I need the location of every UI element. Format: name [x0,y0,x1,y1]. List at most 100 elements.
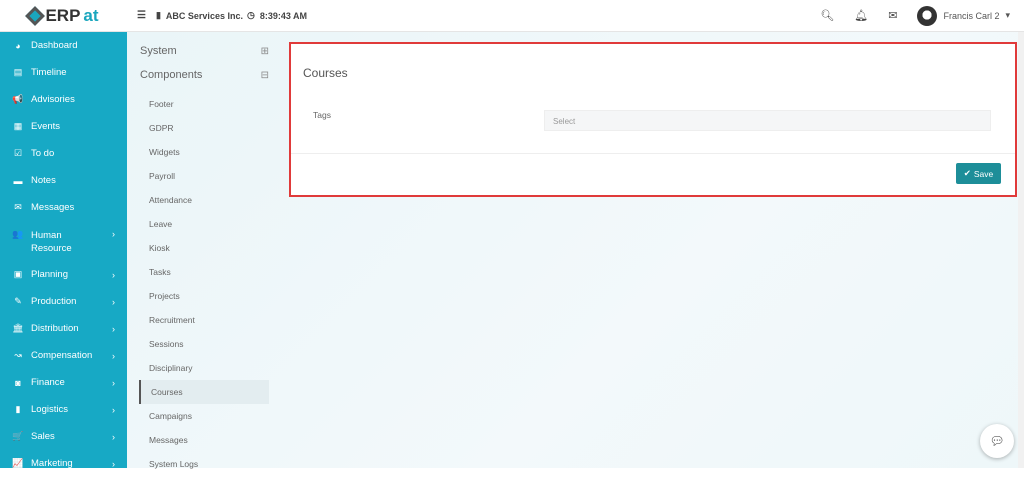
main-content: System ⊞ Components ⊟ Footer GDPR Widgets Pay… [127,32,1024,469]
card-title: Courses [303,66,348,80]
sidebar-item-label: Compensation [31,350,93,361]
sidebar-item-label: Messages [31,202,75,213]
submenu-item-disciplinary[interactable]: Disciplinary [139,356,269,380]
submenu-item-attendance[interactable]: Attendance [139,188,269,212]
submenu-components[interactable]: Components ⊟ [127,63,277,87]
chat-icon: 💬︎ [989,434,1005,448]
sidebar-item-label: To do [31,148,55,159]
sidebar-item-to-do[interactable]: ☑ To do [0,140,127,167]
briefcase-icon: ▣ [13,269,23,279]
submenu-item-courses[interactable]: Courses [139,380,269,404]
envelope-icon: ✉ [14,202,22,212]
avatar [917,5,938,26]
scrollbar[interactable] [1018,32,1024,468]
tags-select[interactable]: Select [544,110,991,131]
submenu-item-sessions[interactable]: Sessions [139,332,269,356]
sidebar-item-timeline[interactable]: ▤ Timeline [0,59,127,86]
chevron-right-icon: › [112,269,115,280]
sidebar-item-advisories[interactable]: 📢 Advisories [0,86,127,113]
sidebar-item-notes[interactable]: ▬ Notes [0,167,127,194]
envelope-icon[interactable]: ✉ [888,9,897,22]
calendar-icon: ▦ [13,121,23,131]
save-button[interactable]: ✔ Save [956,163,1001,184]
sidebar-item-label: Marketing [31,458,73,469]
sidebar-item-production[interactable]: ✎ Production › [0,288,127,315]
chart-icon: 📈 [12,458,24,468]
sidebar-item-label: Sales [31,431,55,442]
checkbox-icon: ☑ [13,148,23,158]
sidebar-item-finance[interactable]: ◙ Finance › [0,369,127,396]
submenu-item-tasks[interactable]: Tasks [139,260,269,284]
dashboard-icon: ◕ [15,40,21,51]
money-icon: ↝ [14,350,22,360]
logo-text: ERP [45,5,81,25]
clock-icon: ◷ [246,10,255,20]
cart-icon: 🛒 [12,431,24,441]
chevron-right-icon: › [112,323,115,334]
sidebar-item-label: Notes [31,175,56,186]
sidebar-item-label: Planning [31,269,68,280]
sidebar-item-compensation[interactable]: ↝ Compensation › [0,342,127,369]
cash-icon: ◙ [15,377,21,388]
top-bar: ERP at ☰ ▮ ABC Services Inc. ◷ 8:39:43 AM 🔍… [0,0,1024,32]
sidebar-item-dashboard[interactable]: ◕ Dashboard [0,32,127,59]
submenu-item-widgets[interactable]: Widgets [139,140,269,164]
submenu-item-kiosk[interactable]: Kiosk [139,236,269,260]
chevron-right-icon: › [112,458,115,469]
logo-icon [25,5,46,26]
chevron-right-icon: › [112,431,115,442]
sidebar-item-label: Production [31,296,77,307]
logo-accent: at [83,5,99,25]
building-icon: ▮ [155,10,161,20]
submenu-item-payroll[interactable]: Payroll [139,164,269,188]
submenu-item-messages[interactable]: Messages [139,428,269,452]
sidebar-item-planning[interactable]: ▣ Planning › [0,261,127,288]
company-label: ABC Services Inc. [165,10,243,21]
submenu-item-projects[interactable]: Projects [139,284,269,308]
sidebar-item-label: Finance [31,377,65,388]
chevron-right-icon: › [112,296,115,307]
plus-square-icon[interactable]: ⊞ [261,46,269,57]
note-icon: ▬ [13,175,23,186]
courses-card: Courses Tags Select ✔ Save [289,42,1017,197]
submenu-item-recruitment[interactable]: Recruitment [139,308,269,332]
sidebar-item-messages[interactable]: ✉ Messages [0,194,127,221]
chevron-right-icon: › [112,377,115,388]
sidebar-item-label: Timeline [31,67,67,78]
company-name: ▮ ABC Services Inc. [156,10,243,21]
tags-label: Tags [313,110,331,120]
pen-icon: ✎ [14,296,22,306]
caret-down-icon: ▾ [1005,10,1010,20]
submenu-item-campaigns[interactable]: Campaigns [139,404,269,428]
divider [291,153,1015,154]
truck-icon: ▮ [15,404,21,414]
bank-icon: 🏛 [12,323,24,333]
sidebar-item-label: Human Resource [31,230,72,254]
sidebar-item-distribution[interactable]: 🏛 Distribution › [0,315,127,342]
bell-icon[interactable]: 🔔︎ [854,9,868,22]
time-label: 8:39:43 AM [259,10,308,21]
users-icon: 👥 [12,229,24,239]
logo[interactable]: ERP at [0,6,127,26]
submenu-system[interactable]: System ⊞ [127,39,277,63]
sidebar-item-marketing[interactable]: 📈 Marketing › [0,450,127,477]
search-icon[interactable]: 🔍︎ [820,9,834,22]
submenu-item-footer[interactable]: Footer [139,92,269,116]
user-menu[interactable]: Francis Carl 2 ▾ [917,5,1010,26]
submenu-item-system-logs[interactable]: System Logs [139,452,269,476]
sidebar-item-label: Distribution [31,323,79,334]
sidebar-toggle-icon[interactable]: ☰ [137,10,146,21]
sidebar-item-human-resource[interactable]: 👥 Human Resource › [0,221,127,261]
sidebar-item-logistics[interactable]: ▮ Logistics › [0,396,127,423]
sidebar-item-sales[interactable]: 🛒 Sales › [0,423,127,450]
chat-button[interactable]: 💬︎ [980,424,1014,458]
minus-square-icon[interactable]: ⊟ [261,70,269,81]
submenu-item-gdpr[interactable]: GDPR [139,116,269,140]
check-circle-icon: ✔ [963,168,971,178]
components-label: Components [140,69,203,81]
save-label: Save [973,168,994,179]
chevron-right-icon: › [112,350,115,361]
submenu-item-leave[interactable]: Leave [139,212,269,236]
megaphone-icon: 📢 [12,94,24,104]
sidebar-item-events[interactable]: ▦ Events [0,113,127,140]
